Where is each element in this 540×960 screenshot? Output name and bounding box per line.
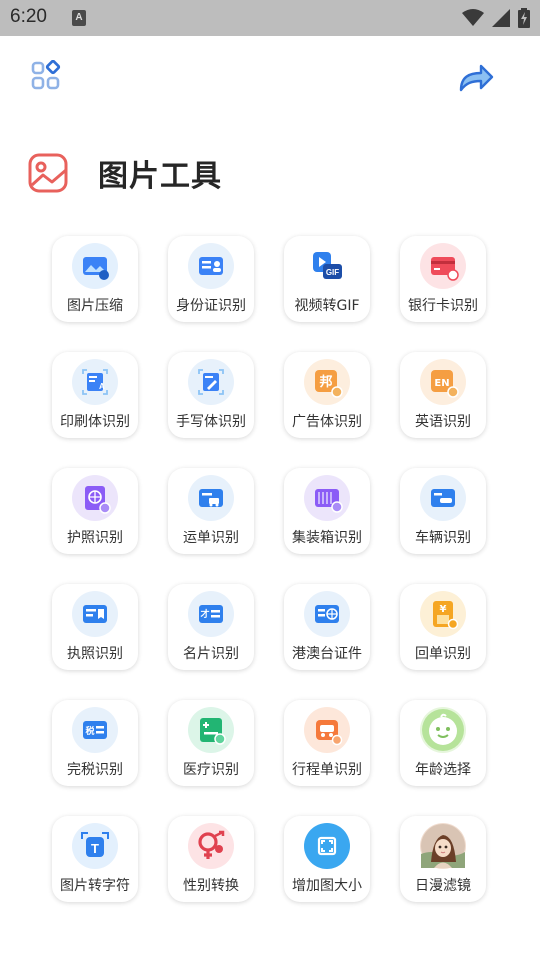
tool-print-text-button[interactable]: A 印刷体识别 (52, 352, 138, 438)
image-to-text-icon: T (72, 823, 118, 869)
tool-enlarge-image-button[interactable]: 增加图大小 (284, 816, 370, 902)
english-icon: EN (420, 359, 466, 405)
tool-video-gif-button[interactable]: GIF 视频转GIF (284, 236, 370, 322)
id-card-icon (188, 243, 234, 289)
tool-grid: 图片压缩 身份证识别 GIF 视频转GIF 银行卡识别 A 印刷体识别 手写体识别 邦广告体识别… (52, 236, 488, 902)
ad-text-icon: 邦 (304, 359, 350, 405)
medical-icon (188, 707, 234, 753)
grid-apps-icon (31, 60, 61, 90)
gender-swap-icon (188, 823, 234, 869)
tool-baby-face-button[interactable]: 年龄选择 (400, 700, 486, 786)
tool-anime-filter-button[interactable]: 日漫滤镜 (400, 816, 486, 902)
notification-icon: A (72, 10, 86, 26)
tool-label: 银行卡识别 (408, 298, 478, 314)
tool-label: 广告体识别 (292, 414, 362, 430)
bank-card-icon (420, 243, 466, 289)
tool-itinerary-button[interactable]: 行程单识别 (284, 700, 370, 786)
tool-label: 性别转换 (183, 878, 239, 894)
tax-icon: 税 (72, 707, 118, 753)
tool-label: 日漫滤镜 (415, 878, 471, 894)
svg-text:才: 才 (200, 608, 209, 620)
tool-label: 印刷体识别 (60, 414, 130, 430)
tool-label: 运单识别 (183, 530, 239, 546)
tool-image-to-text-button[interactable]: T 图片转字符 (52, 816, 138, 902)
tool-label: 行程单识别 (292, 762, 362, 778)
vehicle-icon (420, 475, 466, 521)
page-title: 图片工具 (98, 159, 222, 194)
svg-text:¥: ¥ (440, 604, 447, 615)
battery-icon (518, 8, 530, 28)
tool-label: 英语识别 (415, 414, 471, 430)
tool-english-button[interactable]: EN 英语识别 (400, 352, 486, 438)
svg-text:税: 税 (85, 725, 94, 737)
container-icon (304, 475, 350, 521)
tool-label: 集装箱识别 (292, 530, 362, 546)
tool-label: 名片识别 (183, 646, 239, 662)
svg-text:GIF: GIF (326, 268, 339, 277)
page-header: 图片工具 (28, 152, 222, 194)
tool-license-button[interactable]: 执照识别 (52, 584, 138, 670)
image-tool-icon (28, 153, 68, 193)
baby-face-icon (420, 707, 466, 753)
tool-label: 完税识别 (67, 762, 123, 778)
tool-hk-macao-tw-permit-button[interactable]: 港澳台证件 (284, 584, 370, 670)
passport-icon (72, 475, 118, 521)
tool-label: 回单识别 (415, 646, 471, 662)
tool-label: 手写体识别 (176, 414, 246, 430)
print-text-icon: A (72, 359, 118, 405)
tool-label: 港澳台证件 (292, 646, 362, 662)
apps-button[interactable] (28, 58, 64, 94)
tool-label: 执照识别 (67, 646, 123, 662)
tool-tax-button[interactable]: 税完税识别 (52, 700, 138, 786)
enlarge-image-icon (304, 823, 350, 869)
wifi-icon (462, 9, 484, 26)
status-icons (462, 6, 530, 30)
tool-id-card-button[interactable]: 身份证识别 (168, 236, 254, 322)
tool-handwriting-button[interactable]: 手写体识别 (168, 352, 254, 438)
tool-label: 图片压缩 (67, 298, 123, 314)
tool-label: 年龄选择 (415, 762, 471, 778)
share-arrow-icon (459, 64, 494, 92)
tool-label: 车辆识别 (415, 530, 471, 546)
svg-text:EN: EN (434, 378, 449, 389)
waybill-icon (188, 475, 234, 521)
tool-medical-button[interactable]: 医疗识别 (168, 700, 254, 786)
tool-label: 视频转GIF (294, 298, 360, 314)
tool-label: 增加图大小 (292, 878, 362, 894)
tool-label: 身份证识别 (176, 298, 246, 314)
svg-text:T: T (91, 841, 99, 856)
tool-gender-swap-button[interactable]: 性别转换 (168, 816, 254, 902)
tool-waybill-button[interactable]: 运单识别 (168, 468, 254, 554)
status-bar: 6:20 A (0, 0, 540, 36)
tool-label: 医疗识别 (183, 762, 239, 778)
svg-text:邦: 邦 (319, 374, 332, 390)
business-card-icon: 才 (188, 591, 234, 637)
image-compress-icon (72, 243, 118, 289)
license-icon (72, 591, 118, 637)
tool-image-compress-button[interactable]: 图片压缩 (52, 236, 138, 322)
receipt-icon: ¥ (420, 591, 466, 637)
video-gif-icon: GIF (304, 243, 350, 289)
hk-macao-tw-permit-icon (304, 591, 350, 637)
itinerary-icon (304, 707, 350, 753)
tool-vehicle-button[interactable]: 车辆识别 (400, 468, 486, 554)
tool-container-button[interactable]: 集装箱识别 (284, 468, 370, 554)
handwriting-icon (188, 359, 234, 405)
share-button[interactable] (456, 58, 496, 98)
signal-icon (492, 9, 510, 27)
status-time: 6:20 (10, 6, 47, 27)
tool-business-card-button[interactable]: 才名片识别 (168, 584, 254, 670)
tool-ad-text-button[interactable]: 邦广告体识别 (284, 352, 370, 438)
tool-bank-card-button[interactable]: 银行卡识别 (400, 236, 486, 322)
tool-passport-button[interactable]: 护照识别 (52, 468, 138, 554)
anime-filter-icon (420, 823, 466, 869)
tool-receipt-button[interactable]: ¥ 回单识别 (400, 584, 486, 670)
tool-label: 护照识别 (67, 530, 123, 546)
tool-label: 图片转字符 (60, 878, 130, 894)
svg-text:A: A (99, 382, 105, 391)
